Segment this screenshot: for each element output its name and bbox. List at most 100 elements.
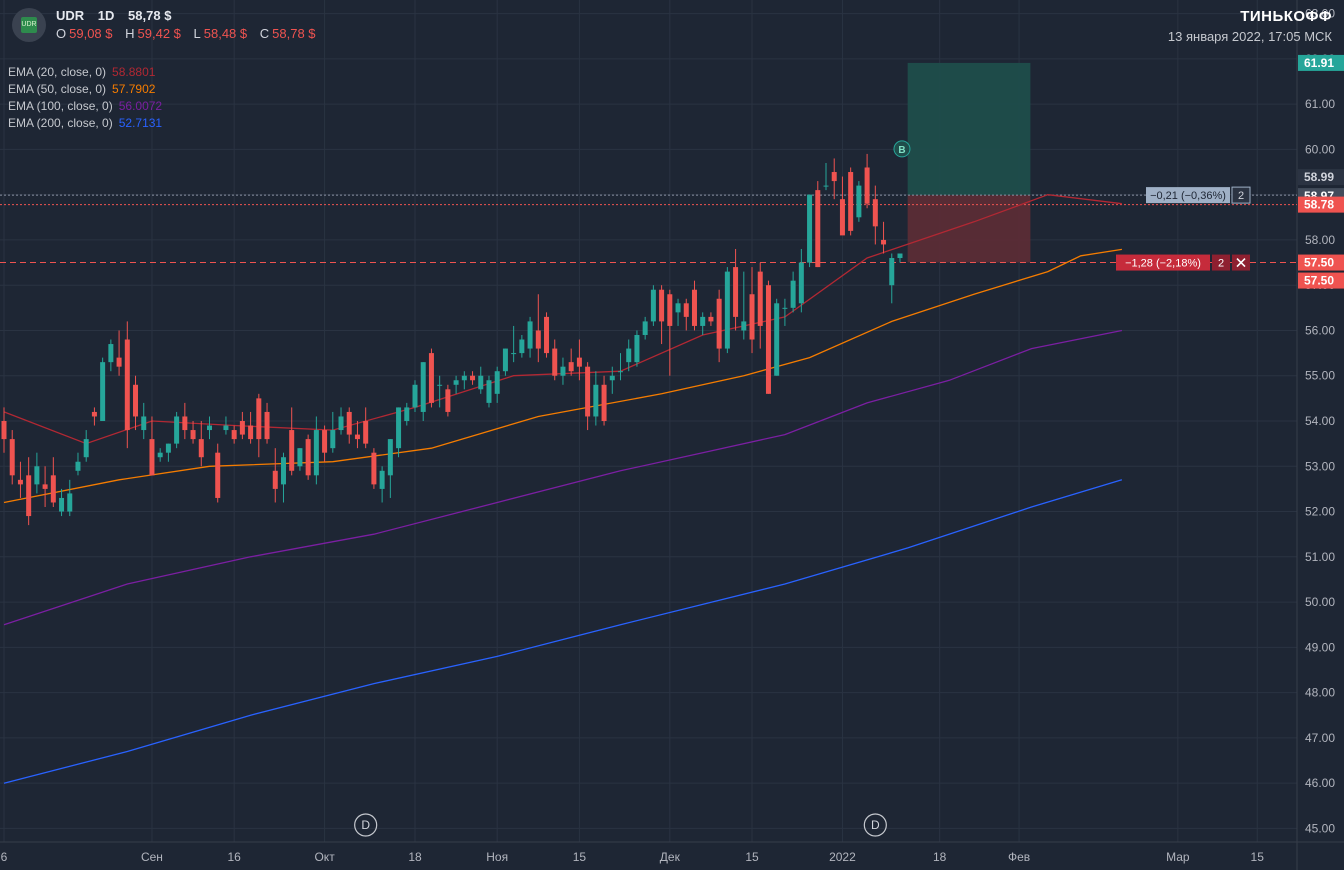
candle-body xyxy=(609,375,615,381)
candle-body xyxy=(544,316,550,354)
candle-body xyxy=(593,384,599,417)
candle-body xyxy=(765,285,771,394)
candle-body xyxy=(856,185,862,218)
candle-body xyxy=(133,384,139,417)
indicator-label: EMA (100, close, 0) xyxy=(8,99,113,113)
candle-body xyxy=(34,466,40,485)
y-tick-label: 61.00 xyxy=(1305,97,1335,111)
candle-body xyxy=(552,348,558,376)
low-label: L xyxy=(193,26,201,41)
indicator-value: 56.0072 xyxy=(118,99,163,113)
candle-body xyxy=(757,271,763,326)
candle-body xyxy=(437,384,443,386)
x-tick-label: 6 xyxy=(1,850,8,864)
brand-name: ТИНЬКОФФ xyxy=(1240,8,1332,25)
brand-block: ТИНЬКОФФ 13 января 2022, 17:05 МСК xyxy=(1168,8,1332,44)
candle-body xyxy=(17,479,23,485)
candle-body xyxy=(585,366,591,417)
candle-body xyxy=(626,348,632,363)
candle-body xyxy=(387,439,393,476)
candle-body xyxy=(881,239,887,245)
candle-body xyxy=(100,362,106,421)
candle-body xyxy=(190,430,196,440)
indicator-ema50[interactable]: EMA (50, close, 0) 57.7902 xyxy=(8,81,162,98)
position-pnl-tag: −0,21 (−0,36%) xyxy=(1150,190,1226,202)
candle-body xyxy=(91,411,97,417)
candle-body xyxy=(379,470,385,489)
buy-marker-label: B xyxy=(898,145,905,156)
y-tick-label: 49.00 xyxy=(1305,640,1335,654)
candle-body xyxy=(428,353,434,403)
candle-body xyxy=(724,271,730,349)
candle-body xyxy=(708,316,714,322)
open-value: 59,08 $ xyxy=(69,26,113,41)
x-tick-label: 18 xyxy=(408,850,422,864)
y-tick-label: 51.00 xyxy=(1305,550,1335,564)
candle-body xyxy=(280,457,286,485)
candle-body xyxy=(322,430,328,453)
candle-body xyxy=(141,416,147,431)
company-logo[interactable]: UDR xyxy=(12,8,46,42)
price-chart[interactable]: BDD63.0062.0061.0060.0059.0058.0057.0056… xyxy=(0,0,1344,870)
candle-body xyxy=(272,470,278,489)
y-tick-label: 46.00 xyxy=(1305,776,1335,790)
candle-body xyxy=(248,425,254,440)
candle-body xyxy=(182,416,188,431)
position-qty: 2 xyxy=(1238,190,1244,202)
indicator-ema100[interactable]: EMA (100, close, 0) 56.0072 xyxy=(8,98,162,115)
dividend-marker-label: D xyxy=(361,818,370,832)
candle-body xyxy=(675,303,681,313)
symbol-name[interactable]: UDR xyxy=(56,8,84,23)
candle-body xyxy=(815,190,821,268)
candle-body xyxy=(289,430,295,471)
candle-body xyxy=(404,407,410,421)
x-tick-label: Фев xyxy=(1008,850,1030,864)
indicator-value: 58.8801 xyxy=(112,65,156,79)
y-tick-label: 47.00 xyxy=(1305,731,1335,745)
candle-body xyxy=(157,452,163,458)
x-tick-label: 18 xyxy=(933,850,947,864)
indicator-ema200[interactable]: EMA (200, close, 0) 52.7131 xyxy=(8,115,162,132)
last-price: 58,78 $ xyxy=(128,8,172,23)
y-tick-label: 55.00 xyxy=(1305,369,1335,383)
candle-body xyxy=(667,294,673,326)
stop-pnl-tag: −1,28 (−2,18%) xyxy=(1125,258,1201,270)
candle-body xyxy=(691,289,697,326)
chart-container[interactable]: BDD63.0062.0061.0060.0059.0058.0057.0056… xyxy=(0,0,1344,870)
candle-body xyxy=(634,334,640,363)
y-tick-label: 58.00 xyxy=(1305,233,1335,247)
candle-body xyxy=(864,167,870,204)
x-tick-label: 15 xyxy=(573,850,587,864)
candle-body xyxy=(831,172,837,182)
indicator-legend: EMA (20, close, 0) 58.8801 EMA (50, close… xyxy=(8,64,162,132)
candle-body xyxy=(807,194,813,263)
candle-body xyxy=(26,475,32,517)
y-tick-label: 53.00 xyxy=(1305,459,1335,473)
candle-body xyxy=(790,280,796,308)
symbol-header: UDR UDR 1D 58,78 $ O 59,08 $ H 59,42 $ L 58… xyxy=(12,8,325,42)
high-value: 59,42 $ xyxy=(137,26,181,41)
x-tick-label: 16 xyxy=(227,850,241,864)
candle-body xyxy=(223,425,229,431)
candle-body xyxy=(445,389,451,412)
candle-body xyxy=(371,452,377,485)
indicator-label: EMA (20, close, 0) xyxy=(8,65,107,79)
stop-qty: 2 xyxy=(1218,258,1224,270)
candle-body xyxy=(527,321,533,349)
candle-body xyxy=(330,430,336,449)
candle-body xyxy=(313,430,319,476)
candle-body xyxy=(1,421,7,440)
close-label: C xyxy=(259,26,270,41)
candle-body xyxy=(59,497,65,512)
x-tick-label: Ноя xyxy=(486,850,508,864)
candle-body xyxy=(231,430,237,440)
x-tick-label: Дек xyxy=(660,850,681,864)
indicator-value: 52.7131 xyxy=(118,116,163,130)
candle-body xyxy=(511,353,517,355)
indicator-ema20[interactable]: EMA (20, close, 0) 58.8801 xyxy=(8,64,162,81)
indicator-label: EMA (50, close, 0) xyxy=(8,82,107,96)
high-label: H xyxy=(125,26,135,41)
ohlc-readout: O 59,08 $ H 59,42 $ L 58,48 $ C 58,78 $ xyxy=(56,26,325,41)
candle-body xyxy=(412,384,418,408)
interval-label[interactable]: 1D xyxy=(98,8,115,23)
